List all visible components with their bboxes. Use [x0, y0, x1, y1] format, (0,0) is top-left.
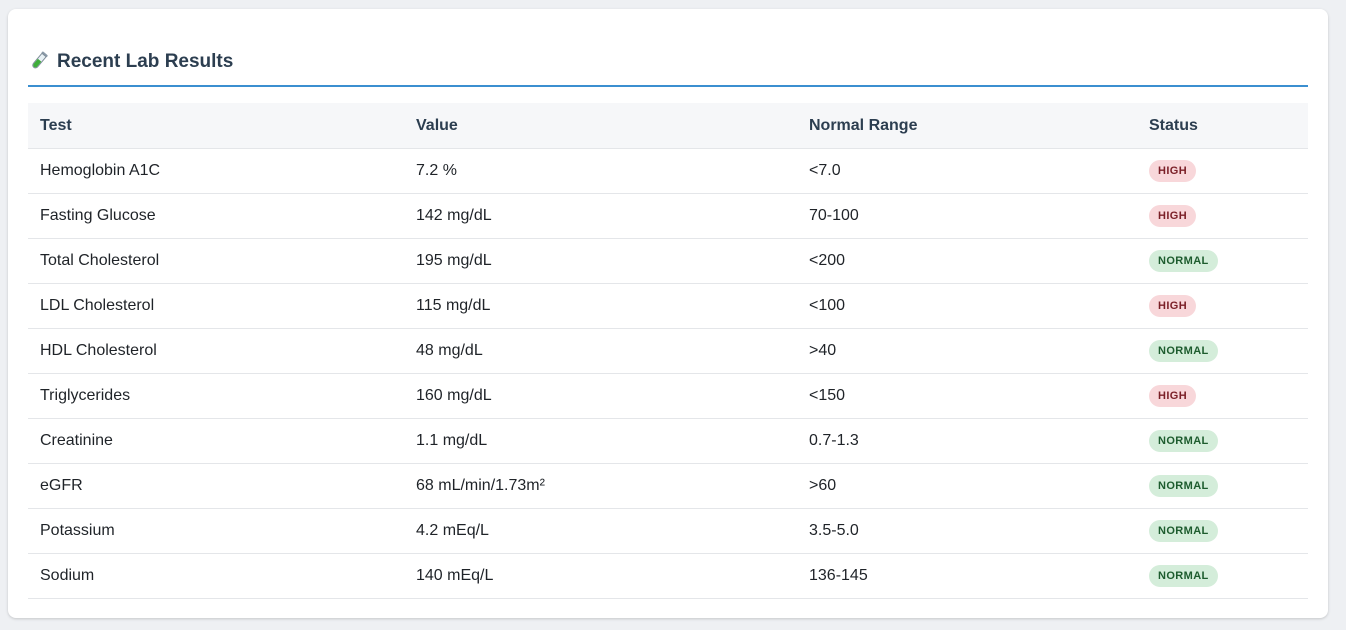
status-cell: NORMAL [1137, 328, 1308, 374]
status-badge: NORMAL [1149, 250, 1218, 272]
normal-range: 0.7-1.3 [797, 418, 1137, 464]
normal-range: <100 [797, 283, 1137, 329]
normal-range: <7.0 [797, 148, 1137, 194]
normal-range: >40 [797, 328, 1137, 374]
test-value: 7.2 % [404, 148, 797, 194]
normal-range: >60 [797, 463, 1137, 509]
test-value: 4.2 mEq/L [404, 508, 797, 554]
table-row: Fasting Glucose 142 mg/dL 70-100 HIGH [28, 193, 1308, 239]
test-value: 142 mg/dL [404, 193, 797, 239]
status-badge: NORMAL [1149, 475, 1218, 497]
test-name: Total Cholesterol [28, 238, 404, 284]
status-badge: NORMAL [1149, 340, 1218, 362]
table-row: Triglycerides 160 mg/dL <150 HIGH [28, 373, 1308, 419]
test-value: 68 mL/min/1.73m² [404, 463, 797, 509]
table-row: HDL Cholesterol 48 mg/dL >40 NORMAL [28, 328, 1308, 374]
test-tube-icon [28, 50, 50, 72]
table-row: Potassium 4.2 mEq/L 3.5-5.0 NORMAL [28, 508, 1308, 554]
test-value: 115 mg/dL [404, 283, 797, 329]
table-row: eGFR 68 mL/min/1.73m² >60 NORMAL [28, 463, 1308, 509]
column-header-test: Test [28, 103, 404, 149]
lab-results-table: Test Value Normal Range Status Hemoglobi… [28, 103, 1308, 599]
test-name: Hemoglobin A1C [28, 148, 404, 194]
column-header-status: Status [1137, 103, 1308, 149]
column-header-normal-range: Normal Range [797, 103, 1137, 149]
table-row: LDL Cholesterol 115 mg/dL <100 HIGH [28, 283, 1308, 329]
status-cell: NORMAL [1137, 463, 1308, 509]
table-row: Sodium 140 mEq/L 136-145 NORMAL [28, 553, 1308, 599]
table-row: Hemoglobin A1C 7.2 % <7.0 HIGH [28, 148, 1308, 194]
test-value: 195 mg/dL [404, 238, 797, 284]
status-badge: NORMAL [1149, 520, 1218, 542]
test-value: 140 mEq/L [404, 553, 797, 599]
status-badge: HIGH [1149, 295, 1197, 317]
status-badge: NORMAL [1149, 430, 1218, 452]
test-name: HDL Cholesterol [28, 328, 404, 374]
status-cell: HIGH [1137, 148, 1308, 194]
test-value: 1.1 mg/dL [404, 418, 797, 464]
status-badge: HIGH [1149, 205, 1197, 227]
normal-range: 136-145 [797, 553, 1137, 599]
normal-range: <150 [797, 373, 1137, 419]
test-value: 48 mg/dL [404, 328, 797, 374]
status-cell: HIGH [1137, 193, 1308, 239]
status-cell: HIGH [1137, 373, 1308, 419]
status-cell: HIGH [1137, 283, 1308, 329]
section-title: Recent Lab Results [57, 51, 234, 72]
table-header-row: Test Value Normal Range Status [28, 103, 1308, 149]
status-cell: NORMAL [1137, 553, 1308, 599]
test-name: Potassium [28, 508, 404, 554]
test-name: eGFR [28, 463, 404, 509]
status-cell: NORMAL [1137, 418, 1308, 464]
test-name: Creatinine [28, 418, 404, 464]
table-row: Creatinine 1.1 mg/dL 0.7-1.3 NORMAL [28, 418, 1308, 464]
normal-range: <200 [797, 238, 1137, 284]
normal-range: 70-100 [797, 193, 1137, 239]
section-header: Recent Lab Results [28, 49, 1308, 87]
test-name: Triglycerides [28, 373, 404, 419]
test-name: Sodium [28, 553, 404, 599]
normal-range: 3.5-5.0 [797, 508, 1137, 554]
table-row: Total Cholesterol 195 mg/dL <200 NORMAL [28, 238, 1308, 284]
status-badge: NORMAL [1149, 565, 1218, 587]
status-cell: NORMAL [1137, 238, 1308, 284]
test-value: 160 mg/dL [404, 373, 797, 419]
test-name: LDL Cholesterol [28, 283, 404, 329]
status-cell: NORMAL [1137, 508, 1308, 554]
status-badge: HIGH [1149, 385, 1197, 407]
test-name: Fasting Glucose [28, 193, 404, 239]
lab-results-card: Recent Lab Results Test Value Normal Ran… [8, 9, 1328, 618]
status-badge: HIGH [1149, 160, 1197, 182]
column-header-value: Value [404, 103, 797, 149]
